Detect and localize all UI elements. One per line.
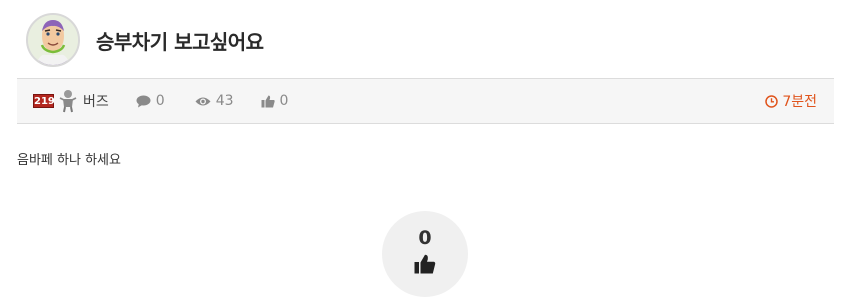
- comment-count: 0: [136, 93, 165, 109]
- like-count-value: 0: [279, 93, 289, 109]
- recommend-button[interactable]: 0: [382, 211, 468, 297]
- view-count-value: 43: [215, 93, 234, 109]
- post-header: 승부차기 보고싶어요: [26, 12, 264, 68]
- recommend-count: 0: [418, 227, 432, 249]
- author-avatar[interactable]: [26, 13, 80, 67]
- author-icon: [59, 90, 77, 113]
- comment-count-value: 0: [155, 93, 165, 109]
- post-body: 음바페 하나 하세요: [17, 153, 121, 168]
- post-meta-bar: 219 버즈 0 43 0 7분전: [17, 78, 834, 124]
- eye-icon: [195, 97, 211, 105]
- post-time: 7분전: [765, 91, 817, 111]
- thumbs-up-icon: [414, 254, 436, 274]
- post-time-value: 7분전: [782, 94, 817, 110]
- view-count: 43: [195, 93, 234, 109]
- comment-icon: [136, 95, 151, 107]
- like-count: 0: [261, 93, 289, 109]
- author-name[interactable]: 버즈: [83, 91, 109, 111]
- thumbs-up-icon: [261, 95, 275, 107]
- post-title: 승부차기 보고싶어요: [96, 29, 264, 54]
- level-badge: 219: [33, 94, 55, 108]
- clock-icon: [765, 94, 779, 108]
